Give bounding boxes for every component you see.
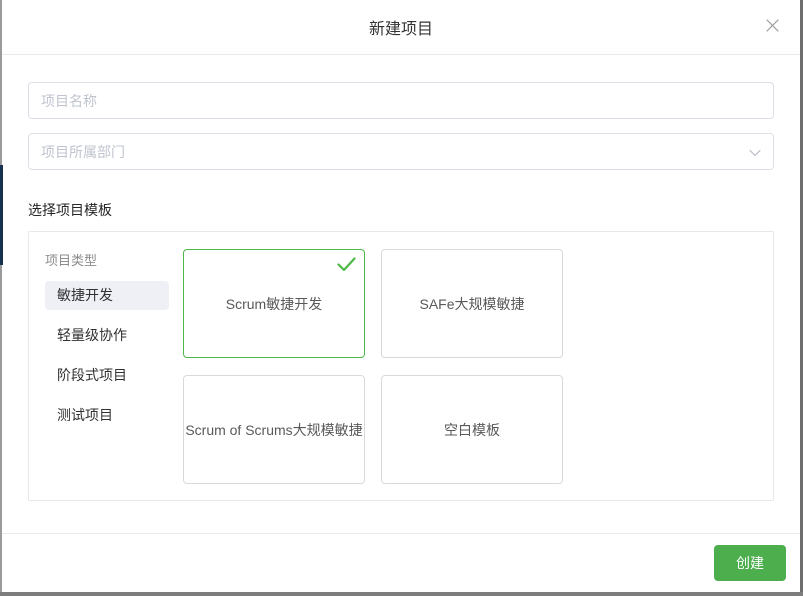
template-section-label: 选择项目模板 <box>28 202 112 218</box>
template-card[interactable]: Scrum敏捷开发 <box>183 249 365 358</box>
dialog-title: 新建项目 <box>368 21 433 38</box>
department-select[interactable]: 项目所属部门 <box>28 133 774 170</box>
close-button[interactable] <box>760 15 784 39</box>
project-name-input[interactable] <box>28 82 774 119</box>
template-card-label: Scrum of Scrums大规模敏捷 <box>185 421 363 438</box>
category-list: 敏捷开发 轻量级协作 阶段式项目 测试项目 <box>45 281 183 430</box>
template-panel: 项目类型 敏捷开发 轻量级协作 阶段式项目 测试项目 Scrum敏捷开发 SAF… <box>28 231 774 501</box>
check-icon <box>337 257 356 275</box>
category-item[interactable]: 轻量级协作 <box>45 321 169 350</box>
category-column-label: 项目类型 <box>45 253 98 268</box>
category-item[interactable]: 测试项目 <box>45 401 169 430</box>
template-card[interactable]: 空白模板 <box>381 375 563 484</box>
background-edge-bottom <box>0 592 803 596</box>
template-card[interactable]: Scrum of Scrums大规模敏捷 <box>183 375 365 484</box>
template-card-label: SAFe大规模敏捷 <box>419 295 525 312</box>
dialog-footer: 创建 <box>2 533 800 592</box>
template-card[interactable]: SAFe大规模敏捷 <box>381 249 563 358</box>
close-icon <box>765 19 779 35</box>
template-card-label: 空白模板 <box>444 421 500 438</box>
dialog-header: 新建项目 <box>2 0 800 55</box>
create-button[interactable]: 创建 <box>714 545 786 581</box>
template-card-list: Scrum敏捷开发 SAFe大规模敏捷 Scrum of Scrums大规模敏捷… <box>183 232 773 500</box>
dialog-body: 项目所属部门 选择项目模板 项目类型 敏捷开发 轻量级协作 阶段式项目 <box>2 55 800 533</box>
background-sidebar-strip <box>0 165 3 265</box>
new-project-dialog: 新建项目 项目所属部门 选择项目模板 项目类型 <box>2 0 800 592</box>
category-item[interactable]: 阶段式项目 <box>45 361 169 390</box>
category-column: 项目类型 敏捷开发 轻量级协作 阶段式项目 测试项目 <box>29 232 183 500</box>
chevron-down-icon <box>749 144 761 160</box>
template-card-label: Scrum敏捷开发 <box>225 295 323 312</box>
category-item[interactable]: 敏捷开发 <box>45 281 169 310</box>
background-edge-left <box>0 0 2 596</box>
department-select-placeholder: 项目所属部门 <box>41 143 125 160</box>
